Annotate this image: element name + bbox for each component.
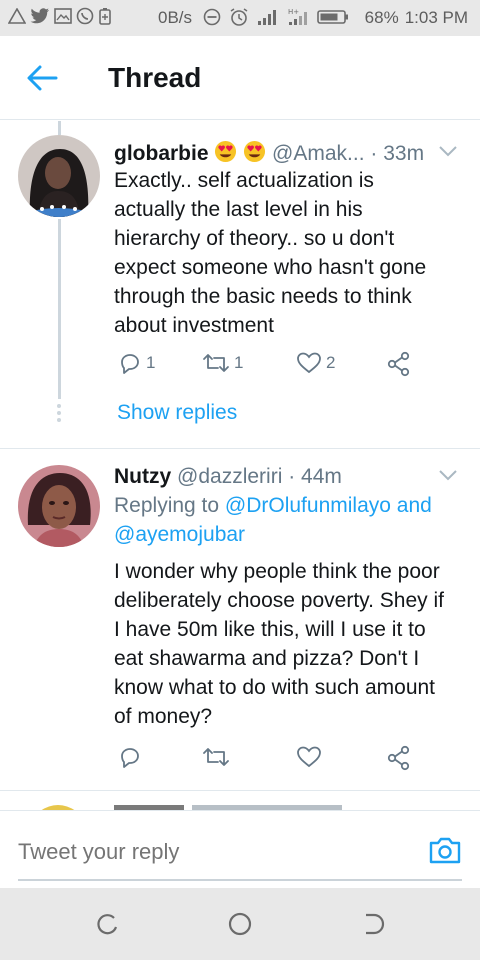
tweet-actions: 1 1 2 bbox=[114, 351, 444, 381]
tweet-text-line: deliberately choose poverty. Shey if bbox=[114, 589, 444, 612]
avatar[interactable] bbox=[18, 465, 100, 547]
next-tweet-peek bbox=[0, 791, 480, 811]
signal-strength-icon bbox=[258, 10, 276, 25]
avatar-photo bbox=[18, 135, 100, 217]
status-bar: 0B/s H+ 68% 1:03 PM bbox=[0, 0, 480, 36]
page-title: Thread bbox=[108, 62, 202, 93]
network-speed: 0B/s bbox=[158, 8, 193, 27]
signal-strength-2-icon: H+ bbox=[288, 8, 307, 25]
reply-count: 1 bbox=[146, 353, 156, 372]
retweet-count: 1 bbox=[234, 353, 244, 372]
gallery-icon bbox=[54, 8, 72, 24]
tweet-text-line: I wonder why people think the poor bbox=[114, 560, 440, 583]
tweet-text-line: of money? bbox=[114, 705, 213, 728]
avatar[interactable] bbox=[18, 135, 100, 217]
mention-link[interactable]: @ayemojubar bbox=[114, 523, 245, 546]
tweet-text-line: about investment bbox=[114, 314, 274, 337]
tweet-text-line: I have 50m like this, will I use it to bbox=[114, 618, 426, 641]
clock: 1:03 PM bbox=[404, 8, 468, 27]
tweet-text-line: hierarchy of theory.. so u don't bbox=[114, 227, 395, 250]
thread-line bbox=[58, 219, 61, 399]
warning-icon bbox=[8, 8, 26, 24]
chevron-down-icon[interactable] bbox=[438, 145, 458, 157]
share-icon bbox=[387, 351, 410, 377]
heart-eyes-emoji-icon bbox=[215, 140, 237, 163]
reply-button[interactable]: 1 bbox=[118, 351, 155, 375]
timestamp: · 44m bbox=[288, 465, 342, 488]
alarm-clock-icon bbox=[230, 8, 248, 26]
reply-composer bbox=[0, 810, 480, 888]
display-name[interactable]: Nutzy bbox=[114, 465, 171, 488]
retweet-icon bbox=[203, 748, 229, 766]
reply-underline bbox=[18, 879, 462, 881]
do-not-disturb-icon bbox=[203, 8, 221, 26]
like-count: 2 bbox=[326, 353, 336, 372]
tweet[interactable]: globarbie @Amak... · 33m Exactly.. self … bbox=[0, 121, 480, 448]
back-nav-icon[interactable] bbox=[360, 910, 388, 938]
tweet-text-line: know what to do with such amount bbox=[114, 676, 436, 699]
chevron-down-icon[interactable] bbox=[438, 469, 458, 481]
tweet-text-line: eat shawarma and pizza? Don't I bbox=[114, 647, 420, 670]
mention-link[interactable]: @DrOlufunmilayo bbox=[225, 494, 391, 517]
next-tweet-cutoff bbox=[40, 805, 342, 811]
system-nav-bar bbox=[0, 888, 480, 960]
battery-percent: 68% bbox=[364, 8, 399, 27]
thread-dots bbox=[56, 403, 62, 428]
tweet[interactable]: Nutzy @dazzleriri · 44m Replying to @DrO… bbox=[0, 449, 480, 789]
username: @dazzleriri bbox=[177, 465, 283, 488]
reply-icon bbox=[121, 748, 139, 768]
timestamp: · 33m bbox=[370, 142, 425, 165]
system-icons: H+ bbox=[203, 7, 349, 27]
retweet-button[interactable] bbox=[202, 745, 230, 769]
heart-eyes-emoji-icon bbox=[244, 140, 266, 163]
retweet-icon bbox=[203, 354, 229, 372]
battery-saver-icon bbox=[99, 8, 111, 25]
twitter-bird-icon bbox=[30, 8, 49, 24]
tweet-text: I wonder why people think the poor delib… bbox=[114, 557, 474, 731]
replying-and[interactable]: and bbox=[397, 494, 432, 517]
home-icon[interactable] bbox=[226, 910, 254, 938]
arrow-left-icon[interactable] bbox=[26, 64, 58, 92]
thread-line-top bbox=[58, 121, 61, 135]
status-right: 68% 1:03 PM bbox=[365, 8, 468, 28]
tweet-header: globarbie @Amak... · 33m bbox=[114, 140, 424, 166]
like-button[interactable] bbox=[296, 745, 322, 769]
like-button[interactable]: 2 bbox=[296, 351, 335, 375]
battery-icon bbox=[317, 10, 348, 24]
tweet-text: Exactly.. self actualization is actually… bbox=[114, 166, 464, 340]
notification-icons bbox=[8, 7, 112, 25]
tweet-actions bbox=[114, 745, 444, 775]
share-button[interactable] bbox=[386, 745, 412, 771]
reply-input[interactable] bbox=[18, 839, 462, 865]
camera-icon[interactable] bbox=[428, 835, 462, 865]
whatsapp-icon bbox=[76, 7, 94, 25]
username: @Amak... bbox=[272, 142, 365, 165]
show-replies-link[interactable]: Show replies bbox=[117, 401, 237, 425]
tweet-text-line: Exactly.. self actualization is bbox=[114, 169, 374, 192]
replying-to: Replying to @DrOlufunmilayo and @ayemoju… bbox=[114, 491, 474, 549]
display-name[interactable]: globarbie bbox=[114, 142, 209, 165]
tweet-text-line: actually the last level in his bbox=[114, 198, 363, 221]
tweet-text-line: expect someone who hasn't gone bbox=[114, 256, 427, 279]
reply-icon bbox=[121, 354, 139, 374]
svg-text:H+: H+ bbox=[288, 8, 299, 16]
recent-apps-icon[interactable] bbox=[94, 910, 122, 938]
reply-button[interactable] bbox=[118, 745, 142, 769]
avatar-photo bbox=[18, 465, 100, 547]
tweet-header: Nutzy @dazzleriri · 44m bbox=[114, 465, 342, 489]
heart-icon bbox=[297, 352, 321, 374]
replying-to-prefix: Replying to bbox=[114, 494, 220, 517]
app-header: Thread bbox=[0, 36, 480, 120]
share-button[interactable] bbox=[386, 351, 412, 377]
heart-icon bbox=[297, 746, 321, 768]
retweet-button[interactable]: 1 bbox=[202, 351, 243, 375]
tweet-text-line: through the basic needs to think bbox=[114, 285, 412, 308]
share-icon bbox=[387, 745, 410, 771]
